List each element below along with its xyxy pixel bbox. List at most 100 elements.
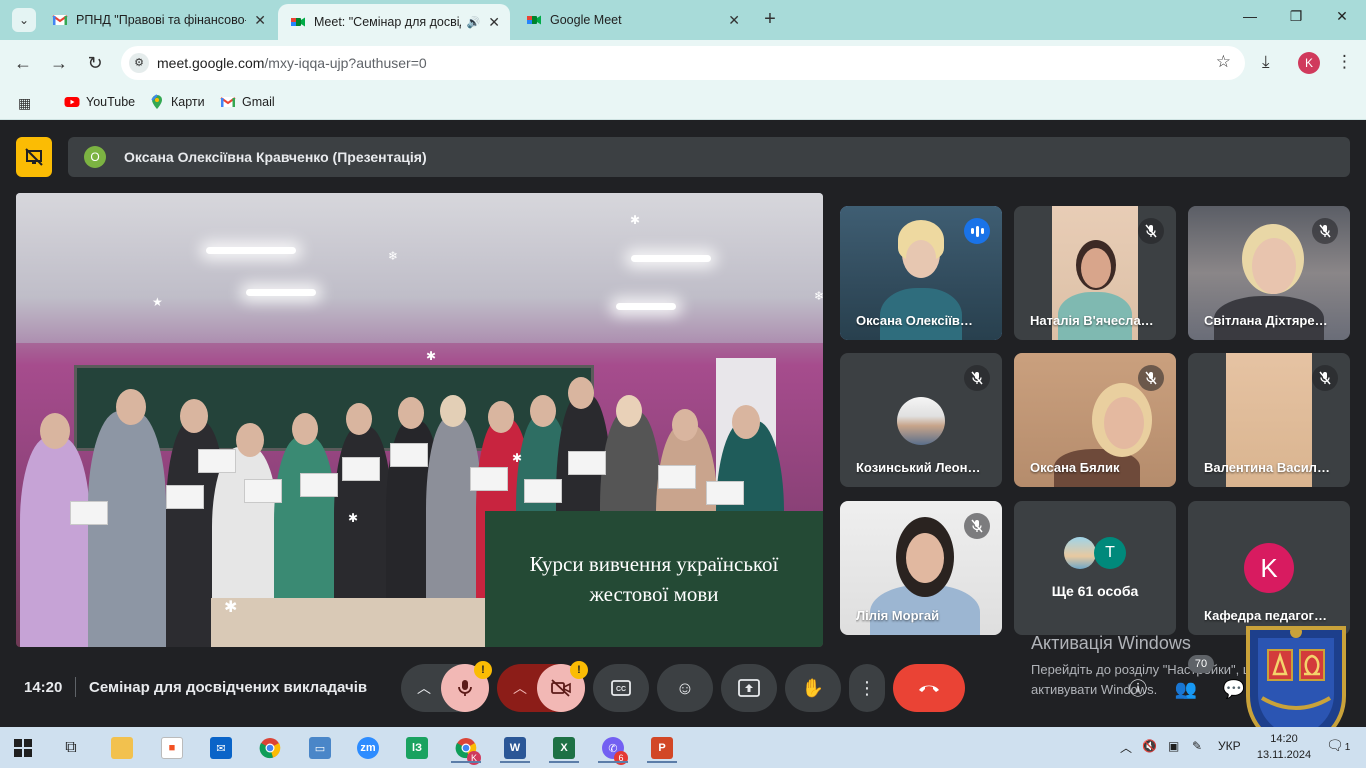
presentation-hide-button[interactable]	[16, 137, 52, 177]
photo-head	[732, 405, 760, 439]
task-view-button[interactable]: ⧉	[56, 733, 86, 763]
bookmark-label: Gmail	[242, 95, 275, 109]
chrome-taskbar-button[interactable]	[255, 733, 285, 763]
photo-head	[398, 397, 424, 429]
leave-call-button[interactable]	[893, 664, 965, 712]
chrome-menu-icon[interactable]: ⋮	[1336, 52, 1353, 72]
google-meet-icon	[527, 15, 541, 25]
tray-chevron-icon[interactable]: ︿	[1120, 739, 1132, 756]
tab-meet-seminar[interactable]: Meet: "Семінар для досвід 🔊 ✕	[278, 4, 510, 40]
bookmark-maps[interactable]: Карти	[149, 94, 205, 110]
captions-icon: CC	[611, 680, 631, 696]
mic-muted-icon	[1312, 218, 1338, 244]
mic-muted-icon	[1138, 365, 1164, 391]
powerpoint-button[interactable]: P	[647, 733, 677, 763]
bookmark-youtube[interactable]: YouTube	[64, 94, 135, 110]
hang-up-icon	[919, 685, 939, 692]
restore-icon[interactable]: ❐	[1276, 8, 1316, 32]
folder-icon	[111, 737, 133, 759]
participant-name: Козинський Леон…	[856, 460, 981, 475]
reactions-button[interactable]: ☺	[657, 664, 713, 712]
tab-close-icon[interactable]: ✕	[254, 12, 266, 29]
slide-caption: Курси вивчення української жестової мови	[485, 511, 823, 647]
meeting-info-icon[interactable]: ⓘ	[1124, 675, 1152, 703]
bookmark-gmail[interactable]: Gmail	[220, 94, 275, 110]
tab-google-meet[interactable]: Google Meet ✕	[514, 4, 750, 36]
profile-avatar[interactable]: K	[1298, 52, 1320, 74]
zoom-button[interactable]: zm	[353, 733, 383, 763]
store-button[interactable]: ■	[157, 733, 187, 763]
minimize-icon[interactable]: —	[1230, 8, 1270, 32]
tab-close-icon[interactable]: ✕	[488, 14, 500, 31]
participant-tile[interactable]: K Кафедра педагог…	[1188, 501, 1350, 635]
window-close-icon[interactable]: ✕	[1322, 8, 1362, 32]
tab-search-chevron-icon[interactable]: ⌄	[12, 8, 36, 32]
raise-hand-button[interactable]: ✋	[785, 664, 841, 712]
google-meet-icon	[291, 17, 305, 27]
language-indicator[interactable]: УКР	[1218, 739, 1241, 753]
participant-tile[interactable]: Козинський Леон…	[840, 353, 1002, 487]
word-button[interactable]: W	[500, 733, 530, 763]
laptop-app-button[interactable]: ▭	[305, 733, 335, 763]
bookmark-label: Карти	[171, 95, 205, 109]
participant-video-face	[1252, 238, 1296, 294]
photo-certificate	[524, 479, 562, 503]
participant-tile[interactable]: Оксана Бялик	[1014, 353, 1176, 487]
file-explorer-button[interactable]	[107, 733, 137, 763]
viber-button[interactable]: ✆ 6	[598, 733, 628, 765]
snowflake-icon: ✱	[630, 213, 641, 227]
windows-start-button[interactable]	[8, 733, 38, 763]
apps-grid-icon[interactable]: ▦	[18, 95, 31, 112]
photo-lamp	[246, 289, 316, 296]
participant-tile[interactable]: Наталія В'ячесла…	[1014, 206, 1176, 340]
chrome-profile-taskbar-button[interactable]: K	[451, 733, 481, 765]
microphone-icon	[458, 680, 472, 696]
reload-icon[interactable]: ↻	[82, 50, 108, 76]
participant-tile[interactable]: Валентина Васил…	[1188, 353, 1350, 487]
tab-close-icon[interactable]: ✕	[728, 12, 740, 29]
emoji-icon: ☺	[675, 677, 695, 698]
new-tab-plus-icon[interactable]: +	[758, 8, 782, 32]
forward-arrow-icon[interactable]: →	[46, 50, 72, 76]
active-app-indicator	[549, 761, 579, 763]
speaker-icon[interactable]: 🔊	[467, 16, 481, 29]
participant-tile-more[interactable]: T Ще 61 особа	[1014, 501, 1176, 635]
meeting-title: Семінар для досвідчених викладачів	[89, 679, 368, 696]
more-vert-icon: ⋮	[858, 677, 876, 698]
snowflake-icon: ✱	[224, 599, 238, 616]
speaker-muted-icon[interactable]: 🔇	[1142, 739, 1157, 753]
participant-video-face	[906, 533, 944, 583]
powerpoint-icon: P	[651, 737, 673, 759]
people-icon[interactable]: 👥	[1172, 675, 1200, 703]
network-icon[interactable]: ▣	[1168, 739, 1179, 753]
notifications-icon[interactable]: 🗨1	[1326, 737, 1350, 754]
participant-tile[interactable]: Світлана Діхтяре…	[1188, 206, 1350, 340]
green-app-button[interactable]: lЗ	[402, 733, 432, 763]
excel-button[interactable]: X	[549, 733, 579, 763]
address-bar[interactable]: ⚙ meet.google.com/mxy-iqqa-ujp?authuser=…	[121, 46, 1245, 80]
present-screen-button[interactable]	[721, 664, 777, 712]
photo-certificate	[300, 473, 338, 497]
bookmark-star-icon[interactable]: ☆	[1216, 52, 1231, 72]
taskbar-clock[interactable]: 14:20 13.11.2024	[1254, 731, 1314, 763]
mail-button[interactable]: ✉	[206, 733, 236, 763]
presentation-slide: ✱ ❄ ★ ❄ ✱ ✱ ✱ ✱ Курси вивчення українськ…	[16, 193, 823, 647]
edit-icon[interactable]: ✎	[1192, 739, 1202, 753]
participant-tile[interactable]: Лілія Моргай	[840, 501, 1002, 635]
more-options-button[interactable]: ⋮	[849, 664, 885, 712]
tab-title: Google Meet	[550, 13, 622, 27]
back-arrow-icon[interactable]: ←	[10, 50, 36, 76]
photo-head	[40, 413, 70, 449]
tab-rpnd[interactable]: РПНД "Правові та фінансово- ✕	[40, 4, 276, 36]
photo-desk	[211, 598, 511, 647]
zoom-icon: zm	[357, 737, 379, 759]
presentation-off-icon	[25, 148, 43, 166]
participant-tile[interactable]: Оксана Олексіїв…	[840, 206, 1002, 340]
photo-head	[346, 403, 372, 435]
download-icon[interactable]: ⤓	[1262, 52, 1270, 72]
url-text[interactable]: meet.google.com/mxy-iqqa-ujp?authuser=0	[157, 55, 427, 71]
captions-button[interactable]: CC	[593, 664, 649, 712]
camera-warning-badge: !	[570, 661, 588, 679]
green-app-icon: lЗ	[406, 737, 428, 759]
site-settings-icon[interactable]: ⚙	[129, 53, 149, 73]
